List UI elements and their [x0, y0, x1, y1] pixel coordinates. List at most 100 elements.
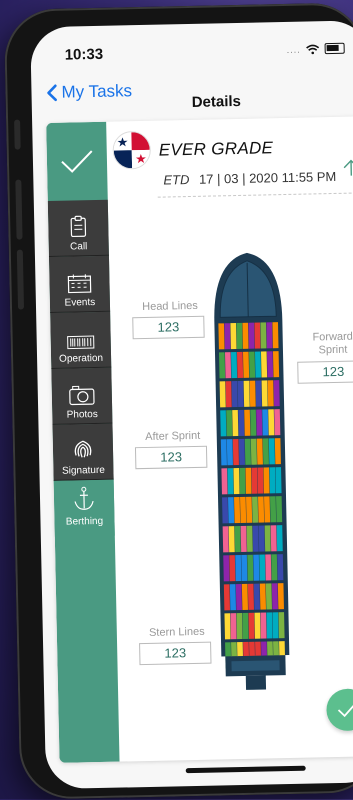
arrow-up-icon[interactable] — [343, 158, 353, 176]
container-block — [278, 583, 284, 609]
sidebar-item-label: Operation — [59, 353, 103, 365]
container-block — [226, 410, 232, 436]
container-block — [240, 497, 246, 523]
status-time: 10:33 — [65, 46, 104, 64]
container-block — [267, 351, 273, 377]
container-block — [239, 468, 245, 494]
container-block — [264, 496, 270, 522]
container-block — [236, 323, 242, 349]
clipboard-icon — [70, 215, 86, 237]
container-block — [243, 352, 249, 378]
container-block — [253, 526, 259, 552]
container-block — [265, 554, 271, 580]
container-block — [257, 468, 263, 494]
container-block — [251, 468, 257, 494]
container-block — [224, 323, 230, 349]
container-block — [230, 584, 236, 610]
container-block — [236, 613, 242, 639]
back-label: My Tasks — [61, 81, 132, 102]
container-block — [270, 496, 276, 522]
confirm-checkmark-button[interactable] — [46, 122, 108, 201]
container-block — [233, 468, 239, 494]
container-block — [256, 410, 262, 436]
header-divider — [158, 192, 353, 197]
container-block — [225, 352, 231, 378]
container-block — [235, 555, 241, 581]
container-block — [221, 468, 227, 494]
container-block — [244, 381, 250, 407]
sidebar-item-events[interactable]: Events — [49, 256, 110, 313]
container-block — [277, 554, 283, 580]
stern-lines-input[interactable]: 123 — [139, 642, 211, 666]
container-block — [220, 410, 226, 436]
container-block — [245, 439, 251, 465]
sidebar-item-operation[interactable]: Operation — [50, 312, 111, 369]
container-block — [259, 526, 265, 552]
container-block — [252, 497, 258, 523]
container-block — [254, 584, 260, 610]
container-block — [242, 323, 248, 349]
container-block — [268, 409, 274, 435]
container-block — [260, 584, 266, 610]
after-sprint-input[interactable]: 123 — [135, 446, 207, 470]
container-block — [266, 322, 272, 348]
sidebar-item-berthing[interactable]: Berthing — [54, 480, 115, 537]
sidebar-item-call[interactable]: Call — [48, 200, 109, 257]
container-block — [227, 468, 233, 494]
head-lines-input[interactable]: 123 — [132, 316, 204, 340]
container-block — [230, 613, 236, 639]
container-block — [266, 612, 272, 638]
stern-lines-label: Stern Lines — [137, 626, 217, 641]
container-block — [231, 352, 237, 378]
container-block — [224, 613, 230, 639]
sidebar-item-photos[interactable]: Photos — [51, 368, 112, 425]
sidebar-item-label: Berthing — [66, 516, 103, 528]
submit-checkmark-button[interactable] — [326, 688, 353, 731]
calendar-icon — [67, 273, 91, 293]
anchor-icon — [73, 486, 96, 512]
wifi-icon — [306, 44, 320, 54]
container-block — [255, 352, 261, 378]
after-sprint-label: After Sprint — [133, 430, 213, 445]
forward-sprint-label: Forward Sprint — [293, 330, 353, 358]
chevron-left-icon — [45, 84, 57, 102]
container-block — [257, 439, 263, 465]
container-block — [262, 380, 268, 406]
vessel-name: EVER GRADE — [159, 138, 274, 160]
container-block — [230, 323, 236, 349]
container-block — [272, 583, 278, 609]
container-block — [275, 438, 281, 464]
back-button[interactable]: My Tasks — [45, 81, 132, 103]
container-block — [226, 381, 232, 407]
forward-sprint-input[interactable]: 123 — [297, 360, 353, 384]
container-block — [263, 467, 269, 493]
container-block — [265, 525, 271, 551]
container-block — [260, 612, 266, 638]
container-block — [242, 584, 248, 610]
container-block — [259, 555, 265, 581]
status-bar-right: .... — [287, 43, 345, 55]
container-block — [274, 380, 280, 406]
etd-label: ETD — [163, 172, 189, 188]
container-block — [241, 526, 247, 552]
container-block — [272, 322, 278, 348]
container-block — [272, 612, 278, 638]
panama-flag-icon — [112, 131, 151, 170]
home-indicator — [186, 766, 306, 774]
container-block — [223, 526, 229, 552]
container-block — [258, 497, 264, 523]
container-block — [229, 526, 235, 552]
container-block — [242, 613, 248, 639]
sidebar-item-signature[interactable]: Signature — [52, 424, 113, 481]
container-block — [237, 352, 243, 378]
berthing-panel: EVER GRADE ETD 17 | 03 | 2020 11:55 PM H… — [106, 116, 353, 761]
container-block — [234, 497, 240, 523]
container-block — [220, 381, 226, 407]
sidebar-item-label: Events — [65, 297, 96, 309]
container-block — [232, 381, 238, 407]
container-block — [228, 497, 234, 523]
container-block — [278, 612, 284, 638]
container-block — [251, 439, 257, 465]
container-block — [253, 555, 259, 581]
sidebar-item-label: Photos — [67, 409, 98, 421]
